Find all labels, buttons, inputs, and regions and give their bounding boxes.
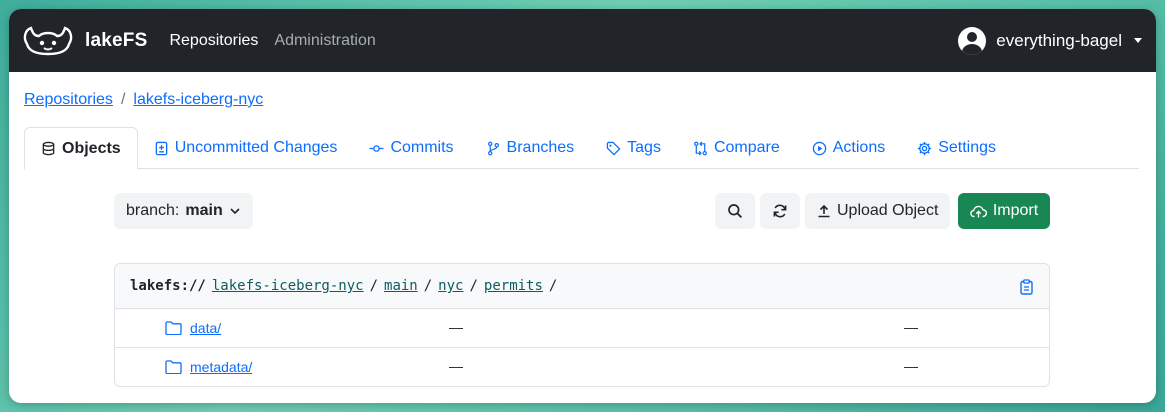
path-segment-branch[interactable]: main xyxy=(384,278,418,294)
entry-name: metadata/ xyxy=(165,359,252,375)
file-diff-icon xyxy=(155,141,167,155)
path-separator: / xyxy=(469,278,478,294)
upload-object-button[interactable]: Upload Object xyxy=(805,193,951,229)
path-segment-nyc[interactable]: nyc xyxy=(438,278,463,294)
branch-prefix: branch: xyxy=(126,202,180,219)
database-icon xyxy=(42,141,55,156)
app-window: lakeFS Repositories Administration every… xyxy=(9,9,1156,403)
play-circle-icon xyxy=(812,141,826,155)
folder-icon xyxy=(165,321,182,335)
breadcrumb: Repositories / lakefs-iceberg-nyc xyxy=(24,91,263,109)
brand-name: lakeFS xyxy=(85,29,148,51)
branch-selector[interactable]: branch: main xyxy=(114,193,253,229)
username: everything-bagel xyxy=(996,30,1122,50)
cloud-upload-icon xyxy=(970,205,987,217)
branch-name: main xyxy=(185,202,223,219)
lakefs-logo-icon xyxy=(23,25,73,55)
tag-icon xyxy=(606,141,621,155)
tab-commits[interactable]: Commits xyxy=(353,127,469,169)
entry-modified: — xyxy=(904,319,918,335)
entry-size: — xyxy=(449,319,463,335)
folder-icon xyxy=(165,360,182,374)
path-scheme: lakefs:// xyxy=(130,278,206,294)
tab-branches[interactable]: Branches xyxy=(470,127,591,169)
commit-icon xyxy=(369,144,384,152)
import-label: Import xyxy=(992,202,1039,219)
entry-size: — xyxy=(449,358,463,374)
path-separator: / xyxy=(369,278,379,294)
tab-compare[interactable]: Compare xyxy=(677,127,796,169)
path-segment-repo[interactable]: lakefs-iceberg-nyc xyxy=(212,278,364,294)
entry-name: data/ xyxy=(165,320,221,336)
breadcrumb-repo[interactable]: lakefs-iceberg-nyc xyxy=(133,91,263,109)
clipboard-icon xyxy=(1020,279,1033,295)
tab-actions[interactable]: Actions xyxy=(796,127,901,169)
upload-label: Upload Object xyxy=(837,202,939,219)
import-button[interactable]: Import xyxy=(958,193,1050,229)
search-icon xyxy=(728,204,743,219)
tab-label: Settings xyxy=(938,139,997,156)
repo-tabs: Objects Uncommitted Changes Commits Bran… xyxy=(24,127,1139,170)
gear-icon xyxy=(918,141,932,155)
tab-uncommitted-changes[interactable]: Uncommitted Changes xyxy=(138,127,354,169)
git-branch-icon xyxy=(487,141,499,155)
path-separator: / xyxy=(423,278,433,294)
chevron-down-icon xyxy=(230,208,240,215)
avatar xyxy=(958,26,987,55)
tab-label: Branches xyxy=(506,139,575,156)
object-list: lakefs:// lakefs-iceberg-nyc / main / ny… xyxy=(114,263,1050,387)
top-navbar: lakeFS Repositories Administration every… xyxy=(9,9,1156,72)
nav-repositories[interactable]: Repositories xyxy=(169,32,258,50)
breadcrumb-separator: / xyxy=(120,91,126,108)
search-button[interactable] xyxy=(715,193,755,229)
nav-administration[interactable]: Administration xyxy=(274,32,375,50)
tab-objects[interactable]: Objects xyxy=(24,127,138,170)
tab-label: Actions xyxy=(832,139,886,156)
copy-path-button[interactable] xyxy=(1020,279,1033,299)
breadcrumb-repositories[interactable]: Repositories xyxy=(24,91,113,109)
tab-label: Tags xyxy=(627,139,661,156)
brand[interactable]: lakeFS xyxy=(21,24,147,58)
tab-settings[interactable]: Settings xyxy=(901,127,1012,169)
tab-label: Uncommitted Changes xyxy=(174,139,338,156)
path-separator: / xyxy=(548,278,558,294)
refresh-button[interactable] xyxy=(760,193,800,229)
tab-label: Objects xyxy=(62,139,121,157)
caret-down-icon xyxy=(1134,38,1142,43)
table-row[interactable]: metadata/ — — xyxy=(115,348,1049,386)
tab-tags[interactable]: Tags xyxy=(590,127,677,169)
tab-label: Commits xyxy=(390,139,454,156)
table-row[interactable]: data/ — — xyxy=(115,309,1049,348)
upload-icon xyxy=(818,204,830,218)
tab-label: Compare xyxy=(713,139,780,156)
entry-modified: — xyxy=(904,358,918,374)
entry-link[interactable]: metadata/ xyxy=(190,359,252,375)
path-segment-permits[interactable]: permits xyxy=(484,278,543,294)
compare-icon xyxy=(694,141,707,155)
refresh-icon xyxy=(773,204,787,218)
user-menu[interactable]: everything-bagel xyxy=(958,26,1142,55)
entry-link[interactable]: data/ xyxy=(190,320,221,336)
path-bar: lakefs:// lakefs-iceberg-nyc / main / ny… xyxy=(115,264,1049,309)
